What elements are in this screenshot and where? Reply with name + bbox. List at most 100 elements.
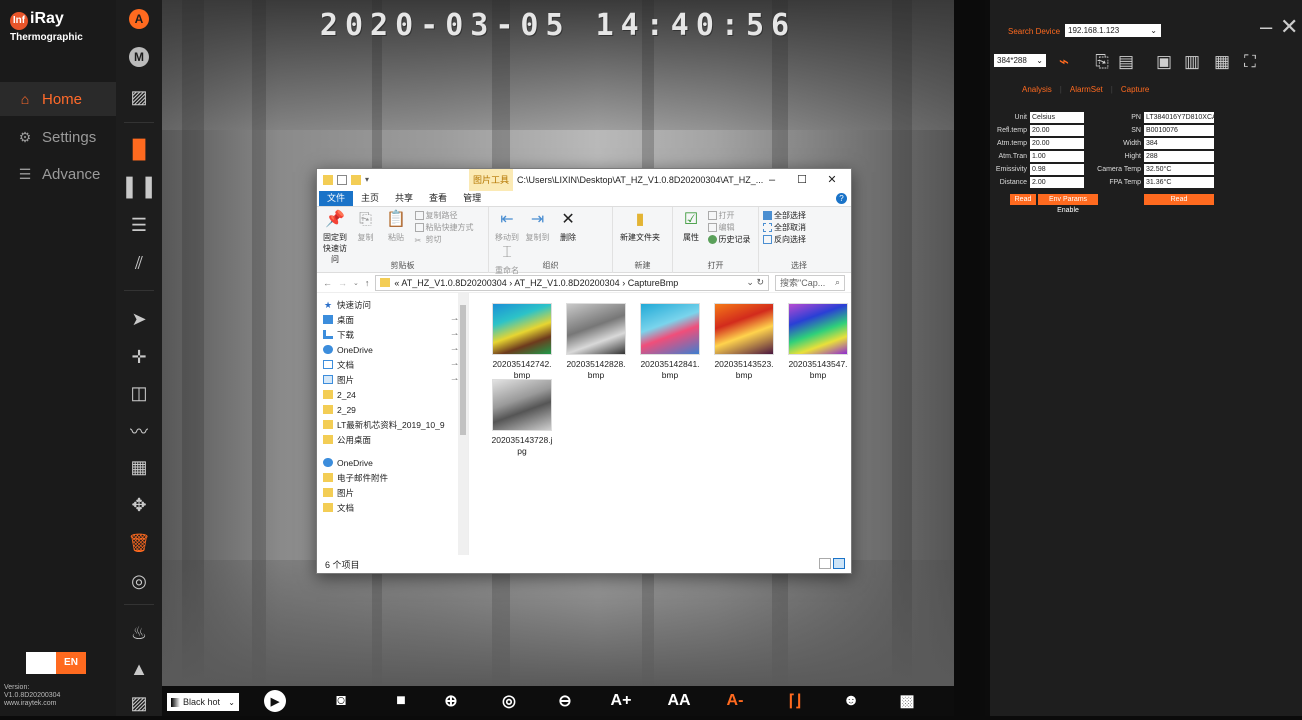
file-explorer-window[interactable]: ▾ 图片工具 C:\Users\LIXIN\Desktop\AT_HZ_V1.0… (316, 168, 852, 574)
play-button[interactable]: ▶ (262, 689, 288, 713)
auto-mode-button[interactable]: A (116, 2, 162, 36)
split-tool[interactable]: ▌▐ (116, 170, 162, 204)
delete-tool[interactable]: 🗑 (116, 526, 162, 560)
decrease-level-button[interactable]: A- (722, 689, 748, 713)
param-value[interactable]: 31.36°C (1144, 177, 1214, 188)
stack-tool[interactable]: ☰ (116, 208, 162, 242)
checkbox-icon[interactable] (337, 175, 347, 185)
details-view-icon[interactable] (819, 558, 831, 569)
address-bar[interactable]: « AT_HZ_V1.0.8D20200304 › AT_HZ_V1.0.8D2… (375, 274, 769, 291)
pin-icon[interactable]: ⇀ (451, 315, 458, 324)
file-item[interactable]: 202035143728.j pg (487, 379, 557, 463)
alarm-tool[interactable]: ▲ (116, 652, 162, 686)
close-icon[interactable]: ✕ (817, 169, 847, 191)
pin-icon[interactable]: ⇀ (451, 375, 458, 384)
param-value[interactable]: 0.98 (1030, 164, 1084, 175)
folder-icon[interactable] (323, 175, 333, 185)
back-icon[interactable]: ← (323, 278, 332, 288)
resolution-select[interactable]: 384*288 ⌄ (994, 54, 1046, 67)
edit-button[interactable]: 编辑 (707, 222, 751, 234)
record-button[interactable]: ■ (388, 689, 414, 713)
tab-share[interactable]: 共享 (387, 191, 421, 206)
select-none-button[interactable]: 全部取消 (763, 222, 835, 234)
pin-quick-access-button[interactable]: 📌 固定到快速访问 (321, 210, 349, 265)
env-params-enable-button[interactable]: Env Params Enable (1038, 194, 1098, 214)
select-all-button[interactable]: 全部选择 (763, 210, 835, 222)
hatch-tool-2[interactable]: ▨ (116, 686, 162, 720)
export-button[interactable]: ▤ (1114, 50, 1138, 74)
help-icon[interactable]: ? (836, 193, 847, 204)
auto-level-button[interactable]: AA (666, 689, 692, 713)
picture-button[interactable]: ▩ (894, 689, 920, 713)
copy-button[interactable]: ⎘ 复制 (352, 210, 380, 243)
paste-shortcut-button[interactable]: 粘贴快捷方式 (414, 222, 474, 234)
param-value[interactable]: LT384016Y7D810XCA) (1144, 112, 1219, 123)
param-value[interactable]: 32.50°C (1144, 164, 1214, 175)
cut-button[interactable]: ✂ 剪切 (415, 234, 474, 246)
large-icons-view-icon[interactable] (833, 558, 845, 569)
sidebar-item[interactable]: 2_24 (323, 387, 468, 402)
pin-icon[interactable]: ⇀ (451, 345, 458, 354)
refresh-icon[interactable]: ⌄ ↻ (746, 277, 764, 288)
picture-tools-label[interactable]: 图片工具 (469, 169, 514, 191)
invert-selection-button[interactable]: 反向选择 (763, 234, 835, 246)
nav-home[interactable]: ⌂ Home (0, 82, 116, 116)
param-value[interactable]: 1.00 (1030, 151, 1084, 162)
new-folder-button[interactable]: ▮ 新建文件夹 (617, 210, 663, 243)
search-box[interactable]: 搜索"Cap... ⌕ (775, 274, 845, 291)
tab-file[interactable]: 文件 (319, 191, 354, 206)
language-toggle[interactable]: EN (26, 652, 86, 674)
sidebar-item[interactable]: 图片 ⇀ (323, 372, 468, 387)
delete-button[interactable]: ✕ 删除 (554, 210, 582, 243)
properties-button[interactable]: ☑ 属性 (677, 210, 705, 243)
hatch-tool[interactable]: ▨ (116, 80, 162, 114)
pin-icon[interactable]: ⇀ (451, 360, 458, 369)
scrollbar-thumb[interactable] (460, 305, 466, 435)
up-icon[interactable]: ↑ (365, 278, 370, 288)
area-measure-tool[interactable]: ◫ (116, 376, 162, 410)
minimize-icon[interactable]: – (757, 169, 787, 191)
sidebar-item[interactable]: OneDrive (323, 455, 468, 470)
open-button[interactable]: 打开 (707, 210, 751, 222)
pointer-tool[interactable]: ➤ (116, 302, 162, 336)
sidebar-item[interactable]: LT最新机芯资料_2019_10_9 (323, 417, 468, 432)
palette-select[interactable]: Black hot ⌄ (167, 693, 239, 711)
compare-tool[interactable]: ▐▌ (116, 132, 162, 166)
sidebar-item[interactable]: 图片 (323, 485, 468, 500)
sidebar-item[interactable]: 文档 ⇀ (323, 357, 468, 372)
recent-dropdown-icon[interactable]: ⌄ (353, 279, 359, 287)
csv-button[interactable]: ▣ (1152, 50, 1176, 74)
tab-home[interactable]: 主页 (353, 191, 387, 206)
pin-icon[interactable]: ⇀ (451, 330, 458, 339)
file-item[interactable]: 202035142841. bmp (635, 303, 705, 387)
usb-connect-button[interactable]: ⌁ (1052, 50, 1076, 74)
palette-tool[interactable]: ◎ (116, 564, 162, 598)
read-device-button[interactable]: Read (1144, 194, 1214, 205)
sidebar-item[interactable]: OneDrive ⇀ (323, 342, 468, 357)
dropdown-icon[interactable]: ▾ (365, 175, 369, 185)
word-button[interactable]: ▥ (1180, 50, 1204, 74)
tab-view[interactable]: 查看 (421, 191, 455, 206)
increase-level-button[interactable]: A+ (608, 689, 634, 713)
tab-analysis[interactable]: Analysis (1022, 85, 1052, 94)
tab-manage[interactable]: 管理 (455, 191, 489, 206)
zoom-in-button[interactable]: ⊕ (438, 689, 464, 713)
file-item[interactable]: 202035143523. bmp (709, 303, 779, 387)
sidebar-item[interactable]: ★ 快速访问 (323, 297, 468, 312)
file-item[interactable]: 202035143547. bmp (783, 303, 853, 387)
line-measure-tool[interactable]: 〰 (116, 414, 162, 448)
sidebar-item[interactable]: 电子邮件附件 (323, 470, 468, 485)
zoom-out-button[interactable]: ⊖ (552, 689, 578, 713)
pattern-tool[interactable]: ⫽ (116, 246, 162, 280)
move-tool[interactable]: ✥ (116, 488, 162, 522)
move-to-button[interactable]: ⇤ 移动到 (493, 210, 521, 243)
grid-tool[interactable]: ▦ (116, 450, 162, 484)
close-icon[interactable]: ✕ (1280, 14, 1298, 40)
history-button[interactable]: 历史记录 (707, 234, 751, 246)
sidebar-scrollbar[interactable] (458, 293, 468, 555)
sidebar-item[interactable]: 2_29 (323, 402, 468, 417)
nav-settings[interactable]: ⚙ Settings (0, 120, 116, 154)
device-ip-select[interactable]: 192.168.1.123 ⌄ (1065, 24, 1161, 37)
tab-alarmset[interactable]: AlarmSet (1070, 85, 1103, 94)
snapshot-button[interactable]: ◙ (328, 689, 354, 713)
